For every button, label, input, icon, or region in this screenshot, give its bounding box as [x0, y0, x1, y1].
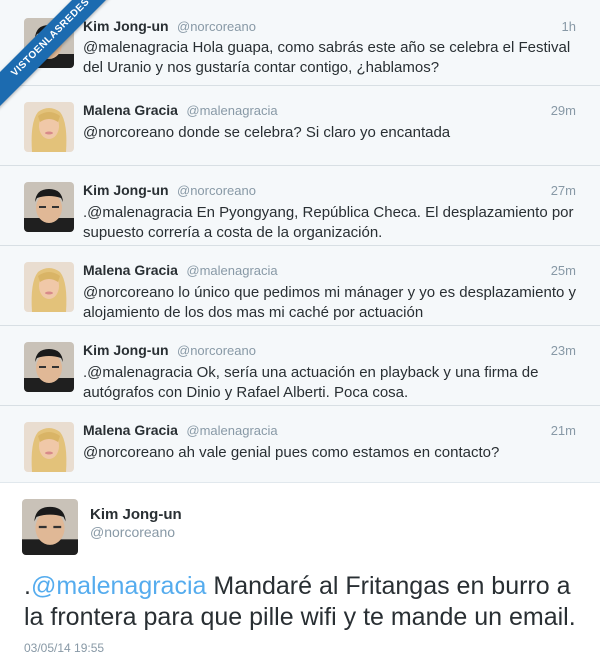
- detail-timestamp[interactable]: 03/05/14 19:55: [24, 641, 104, 655]
- author-name[interactable]: Malena Gracia: [83, 422, 178, 438]
- detail-author-handle[interactable]: @norcoreano: [90, 524, 175, 540]
- author-name[interactable]: Malena Gracia: [83, 102, 178, 118]
- tweet-time[interactable]: 1h: [562, 19, 576, 34]
- author-name[interactable]: Malena Gracia: [83, 262, 178, 278]
- tweet[interactable]: Malena Gracia @malenagracia 25m @norcore…: [0, 246, 600, 326]
- detail-mention-link[interactable]: @malenagracia: [31, 572, 206, 600]
- tweet-text: @norcoreano lo único que pedimos mi mána…: [83, 284, 576, 321]
- detail-text-prefix: .: [24, 572, 31, 600]
- tweet-text: @malenagracia Hola guapa, como sabrás es…: [83, 39, 571, 76]
- tweet-text: .@malenagracia En Pyongyang, República C…: [83, 204, 574, 241]
- author-handle[interactable]: @malenagracia: [186, 423, 277, 438]
- woman-avatar-icon[interactable]: [24, 262, 74, 312]
- man-avatar-icon[interactable]: [24, 182, 74, 232]
- timeline: Kim Jong-un @norcoreano 1h @malenagracia…: [0, 0, 600, 486]
- detail-tweet: Kim Jong-un @norcoreano .@malenagracia M…: [0, 482, 600, 671]
- woman-avatar-icon[interactable]: [24, 422, 74, 472]
- detail-author-name[interactable]: Kim Jong-un: [90, 506, 182, 523]
- tweet-text: @norcoreano donde se celebra? Si claro y…: [83, 124, 451, 141]
- author-handle[interactable]: @norcoreano: [177, 183, 256, 198]
- author-handle[interactable]: @norcoreano: [177, 343, 256, 358]
- detail-tweet-text: .@malenagracia Mandaré al Fritangas en b…: [24, 571, 584, 633]
- man-avatar-icon[interactable]: [24, 342, 74, 392]
- tweet-time[interactable]: 21m: [551, 423, 576, 438]
- tweet-text: @norcoreano ah vale genial pues como est…: [83, 444, 500, 461]
- tweet-text: .@malenagracia Ok, sería una actuación e…: [83, 364, 539, 401]
- author-name[interactable]: Kim Jong-un: [83, 18, 169, 34]
- tweet[interactable]: Malena Gracia @malenagracia 29m @norcore…: [0, 86, 600, 166]
- tweet-time[interactable]: 27m: [551, 183, 576, 198]
- tweet-time[interactable]: 25m: [551, 263, 576, 278]
- tweet-time[interactable]: 23m: [551, 343, 576, 358]
- author-handle[interactable]: @malenagracia: [186, 103, 277, 118]
- author-handle[interactable]: @norcoreano: [177, 19, 256, 34]
- tweet[interactable]: Kim Jong-un @norcoreano 27m .@malenagrac…: [0, 166, 600, 246]
- author-name[interactable]: Kim Jong-un: [83, 342, 169, 358]
- tweet[interactable]: Kim Jong-un @norcoreano 23m .@malenagrac…: [0, 326, 600, 406]
- man-avatar-icon[interactable]: [22, 499, 78, 555]
- tweet[interactable]: Malena Gracia @malenagracia 21m @norcore…: [0, 406, 600, 486]
- author-name[interactable]: Kim Jong-un: [83, 182, 169, 198]
- tweet-time[interactable]: 29m: [551, 103, 576, 118]
- author-handle[interactable]: @malenagracia: [186, 263, 277, 278]
- woman-avatar-icon[interactable]: [24, 102, 74, 152]
